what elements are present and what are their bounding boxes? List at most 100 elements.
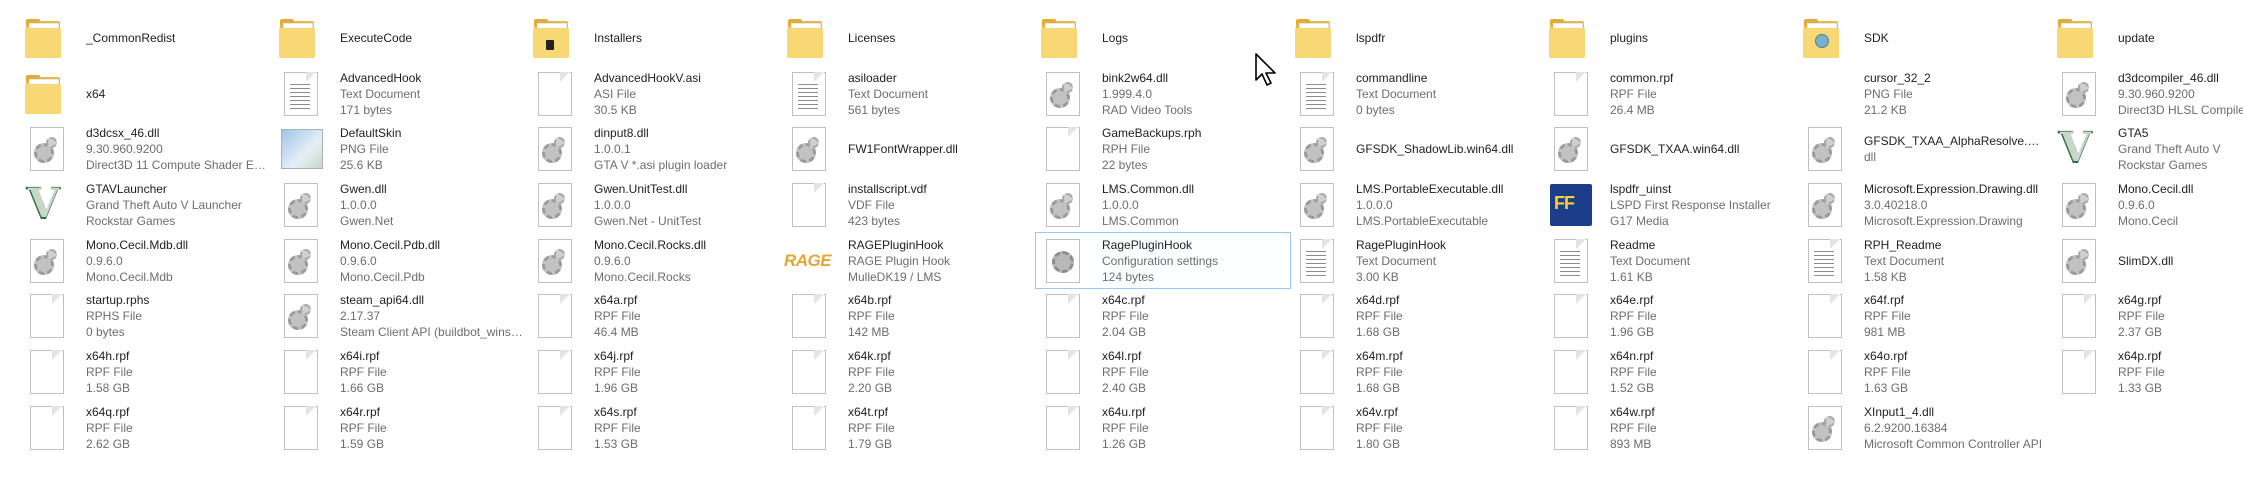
file-type: 9.30.960.9200 — [86, 142, 163, 157]
file-info: common.rpf RPF File 26.4 MB — [1610, 70, 1673, 118]
file-item[interactable]: x64c.rpf RPF File 2.04 GB — [1036, 288, 1290, 344]
file-item[interactable]: steam_api64.dll 2.17.37 Steam Client API (… — [274, 288, 528, 344]
file-item[interactable]: Mono.Cecil.Mdb.dll 0.9.6.0 Mono.Cecil.Mdb — [20, 233, 274, 289]
file-item[interactable]: Mono.Cecil.Pdb.dll 0.9.6.0 Mono.Cecil.Pdb — [274, 233, 528, 289]
file-item[interactable]: Logs — [1036, 10, 1290, 66]
file-item[interactable]: x64f.rpf RPF File 981 MB — [1798, 288, 2052, 344]
file-item[interactable]: AdvancedHookV.asi ASI File 30.5 KB — [528, 66, 782, 122]
file-name: x64v.rpf — [1356, 404, 1398, 419]
file-item[interactable]: XInput1_4.dll 6.2.9200.16384 Microsoft Com… — [1798, 400, 2052, 456]
file-info: x64u.rpf RPF File 1.26 GB — [1102, 404, 1149, 452]
file-item[interactable]: commandline Text Document 0 bytes — [1290, 66, 1544, 122]
file-item[interactable]: update — [2052, 10, 2243, 66]
file-item[interactable]: GameBackups.rph RPH File 22 bytes — [1036, 121, 1290, 177]
file-item[interactable]: x64r.rpf RPF File 1.59 GB — [274, 400, 528, 456]
file-item[interactable]: x64g.rpf RPF File 2.37 GB — [2052, 288, 2243, 344]
file-item[interactable]: x64h.rpf RPF File 1.58 GB — [20, 344, 274, 400]
file-item[interactable]: x64p.rpf RPF File 1.33 GB — [2052, 344, 2243, 400]
gta-v-icon: VV — [2058, 123, 2093, 175]
file-item[interactable]: Mono.Cecil.dll 0.9.6.0 Mono.Cecil — [2052, 177, 2243, 233]
file-item[interactable]: LMS.PortableExecutable.dll 1.0.0.0 LMS.Por… — [1290, 177, 1544, 233]
file-item[interactable]: x64l.rpf RPF File 2.40 GB — [1036, 344, 1290, 400]
file-item[interactable]: plugins — [1544, 10, 1798, 66]
dll-gear-icon — [2056, 181, 2104, 229]
file-detail: 893 MB — [1610, 436, 1652, 451]
file-type: 0.9.6.0 — [86, 253, 123, 268]
file-item[interactable]: x64t.rpf RPF File 1.79 GB — [782, 400, 1036, 456]
file-item[interactable]: x64d.rpf RPF File 1.68 GB — [1290, 288, 1544, 344]
file-item[interactable]: x64m.rpf RPF File 1.68 GB — [1290, 344, 1544, 400]
file-item[interactable]: x64n.rpf RPF File 1.52 GB — [1544, 344, 1798, 400]
file-item[interactable]: Installers — [528, 10, 782, 66]
file-item[interactable]: x64e.rpf RPF File 1.96 GB — [1544, 288, 1798, 344]
file-item[interactable]: Mono.Cecil.Rocks.dll 0.9.6.0 Mono.Cecil.Ro… — [528, 233, 782, 289]
file-item[interactable]: FW1FontWrapper.dll — [782, 121, 1036, 177]
file-item[interactable]: Licenses — [782, 10, 1036, 66]
file-item[interactable]: x64s.rpf RPF File 1.53 GB — [528, 400, 782, 456]
file-item[interactable]: Readme Text Document 1.61 KB — [1544, 233, 1798, 289]
file-item[interactable]: x64 — [20, 66, 274, 122]
file-item[interactable]: DefaultSkin PNG File 25.6 KB — [274, 121, 528, 177]
file-item[interactable]: bink2w64.dll 1.999.4.0 RAD Video Tools — [1036, 66, 1290, 122]
file-name: steam_api64.dll — [340, 293, 425, 308]
file-item[interactable]: x64v.rpf RPF File 1.80 GB — [1290, 400, 1544, 456]
file-item[interactable]: Gwen.dll 1.0.0.0 Gwen.Net — [274, 177, 528, 233]
file-item[interactable]: x64k.rpf RPF File 2.20 GB — [782, 344, 1036, 400]
file-item[interactable]: cursor_32_2 PNG File 21.2 KB — [1798, 66, 2052, 122]
file-detail: Direct3D 11 Compute Shader Exte... — [86, 158, 270, 173]
file-item[interactable]: lspdfr — [1290, 10, 1544, 66]
file-item[interactable]: dinput8.dll 1.0.0.1 GTA V *.asi plugin loa… — [528, 121, 782, 177]
file-item[interactable]: x64w.rpf RPF File 893 MB — [1544, 400, 1798, 456]
file-item[interactable]: x64a.rpf RPF File 46.4 MB — [528, 288, 782, 344]
file-type: RPF File — [848, 420, 895, 435]
file-item[interactable]: GFSDK_TXAA_AlphaResolve.win64. dll — [1798, 121, 2052, 177]
dll-gear-icon — [786, 125, 834, 173]
file-name: GTA5 — [2118, 126, 2149, 141]
file-info: Mono.Cecil.dll 0.9.6.0 Mono.Cecil — [2118, 181, 2193, 229]
file-item[interactable]: Microsoft.Expression.Drawing.dll 3.0.4021… — [1798, 177, 2052, 233]
file-item[interactable]: installscript.vdf VDF File 423 bytes — [782, 177, 1036, 233]
file-item[interactable]: x64b.rpf RPF File 142 MB — [782, 288, 1036, 344]
file-item[interactable]: SDK — [1798, 10, 2052, 66]
file-item[interactable]: LMS.Common.dll 1.0.0.0 LMS.Common — [1036, 177, 1290, 233]
file-item[interactable]: x64q.rpf RPF File 2.62 GB — [20, 400, 274, 456]
file-name: cursor_32_2 — [1864, 70, 1931, 85]
file-name: x64a.rpf — [594, 293, 638, 308]
file-item[interactable]: V V GTA5 Grand Theft Auto V Rockstar Games — [2052, 121, 2243, 177]
file-item[interactable]: asiloader Text Document 561 bytes — [782, 66, 1036, 122]
file-name: x64h.rpf — [86, 348, 130, 363]
file-detail: 0 bytes — [1356, 102, 1395, 117]
file-name: x64n.rpf — [1610, 348, 1654, 363]
file-item[interactable]: x64j.rpf RPF File 1.96 GB — [528, 344, 782, 400]
file-item[interactable]: SlimDX.dll — [2052, 233, 2243, 289]
file-item[interactable]: RAGE RAGEPluginHook RAGE Plugin Hook MulleD… — [782, 233, 1036, 289]
file-item[interactable]: ExecuteCode — [274, 10, 528, 66]
file-type: Configuration settings — [1102, 253, 1219, 268]
file-icon — [2056, 348, 2104, 396]
file-item[interactable]: x64o.rpf RPF File 1.63 GB — [1798, 344, 2052, 400]
file-item[interactable]: x64i.rpf RPF File 1.66 GB — [274, 344, 528, 400]
file-item[interactable]: RPH_Readme Text Document 1.58 KB — [1798, 233, 2052, 289]
file-type: 1.0.0.0 — [1102, 197, 1139, 212]
file-item[interactable]: FF lspdfr_uinst LSPD First Response Instal… — [1544, 177, 1798, 233]
file-item[interactable]: V V GTAVLauncher Grand Theft Auto V Launche… — [20, 177, 274, 233]
file-item[interactable]: GFSDK_ShadowLib.win64.dll — [1290, 121, 1544, 177]
file-item[interactable]: x64u.rpf RPF File 1.26 GB — [1036, 400, 1290, 456]
file-item[interactable]: AdvancedHook Text Document 171 bytes — [274, 66, 528, 122]
file-item[interactable]: RagePluginHook Text Document 3.00 KB — [1290, 233, 1544, 289]
rage-icon: RAGE — [784, 250, 832, 270]
file-type: RPF File — [1102, 364, 1149, 379]
file-item[interactable]: startup.rphs RPHS File 0 bytes — [20, 288, 274, 344]
file-item[interactable]: _CommonRedist — [20, 10, 274, 66]
file-item[interactable]: d3dcompiler_46.dll 9.30.960.9200 Direct3D … — [2052, 66, 2243, 122]
file-info: x64f.rpf RPF File 981 MB — [1864, 292, 1911, 340]
file-item[interactable]: RagePluginHook Configuration settings 124 … — [1035, 231, 1291, 290]
file-info: XInput1_4.dll 6.2.9200.16384 Microsoft Com… — [1864, 404, 2042, 452]
file-item[interactable]: Gwen.UnitTest.dll 1.0.0.0 Gwen.Net - UnitT… — [528, 177, 782, 233]
file-item[interactable]: common.rpf RPF File 26.4 MB — [1544, 66, 1798, 122]
dll-gear-icon — [1040, 70, 1088, 118]
dll-gear-icon — [1802, 125, 1850, 173]
file-item[interactable]: GFSDK_TXAA.win64.dll — [1544, 121, 1798, 177]
file-name: x64m.rpf — [1356, 348, 1403, 363]
file-item[interactable]: d3dcsx_46.dll 9.30.960.9200 Direct3D 11 Co… — [20, 121, 274, 177]
